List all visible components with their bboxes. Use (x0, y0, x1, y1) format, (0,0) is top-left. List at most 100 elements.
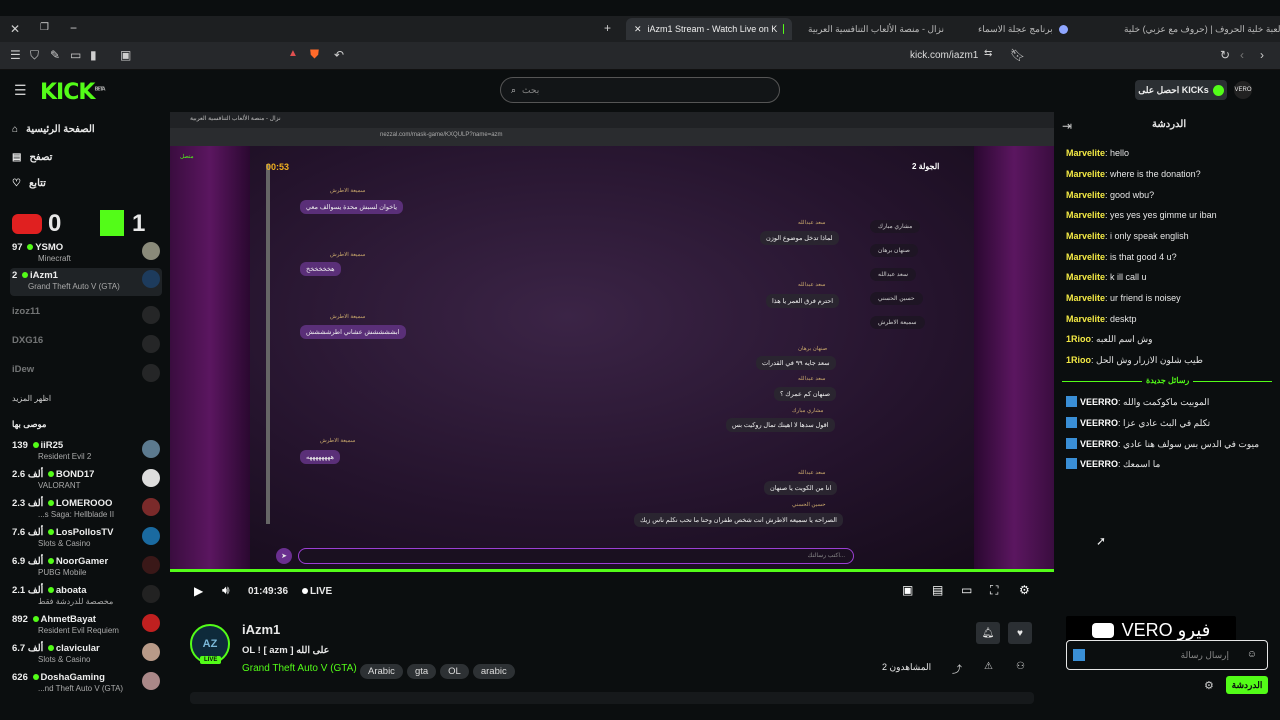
sidebar-channel-ysmo[interactable]: 97 YSMO Minecraft (10, 240, 162, 266)
play-icon[interactable]: ▶ (194, 584, 203, 598)
video-player[interactable]: نزال - منصة الألعاب التنافسية العربية ne… (170, 112, 1054, 572)
game-chat-bubble: اقول سدها لا اهينك تمال روكيت بس (726, 418, 835, 432)
verified-badge-icon (1066, 417, 1077, 428)
back-icon[interactable]: › (1260, 48, 1264, 62)
stream-category[interactable]: Grand Theft Auto V (GTA) (242, 663, 357, 674)
forward-icon[interactable]: ‹ (1240, 48, 1244, 62)
sidebar-rec-channel[interactable]: 139 iiR25 Resident Evil 2 (10, 438, 162, 464)
sidebar-rec-channel[interactable]: 2.1 ألف aboata مخصصة للدردشة فقط (10, 583, 162, 609)
youtube-logo-icon (1091, 622, 1114, 638)
channel-name[interactable]: iAzm1 (242, 622, 280, 637)
user-avatar[interactable]: VERO (1234, 81, 1252, 99)
game-message-input[interactable]: اكتب رسالتك... (298, 548, 854, 564)
bookmark-icon[interactable]: 🔖︎ (1010, 48, 1025, 62)
sidebar-rec-channel[interactable]: 892 AhmetBayat Resident Evil Requiem (10, 612, 162, 638)
follow-heart-icon[interactable]: ♥ (1008, 622, 1032, 644)
stream-browser-toolbar: nezzal.com/mask-game/KXQULP?name=azm (170, 128, 1054, 146)
curtain-right (974, 146, 1054, 572)
nav-following[interactable]: ♡ تتابع (12, 178, 162, 189)
chat-message: 1Rioo: طيب شلون الازرار وش الحل (1066, 355, 1203, 365)
home-icon: ⌂ (12, 124, 19, 135)
game-chat-bubble: احترم فرق العمر يا هذا (766, 294, 840, 308)
chat-settings-gear-icon[interactable]: ⚙ (1204, 679, 1214, 692)
send-icon[interactable]: ➤ (276, 548, 292, 564)
chat-message: Marvelite: yes yes yes gimme ur iban (1066, 210, 1217, 220)
tag[interactable]: gta (406, 664, 437, 679)
site-settings-icon[interactable]: ⇆ (984, 48, 992, 59)
restore-window-icon[interactable]: ❐ (40, 22, 49, 33)
notify-bell-icon[interactable]: 🔔︎ (976, 622, 1000, 644)
game-chat-bubble: صنهان كم عمرك ؟ (774, 387, 837, 401)
badge-selector-icon[interactable] (1073, 649, 1085, 661)
sidebar-channel-offline[interactable]: izoz11 (10, 304, 162, 330)
collapse-chat-icon[interactable]: ⇥ (1062, 119, 1072, 133)
sidebar-rec-channel[interactable]: 6.7 ألف clavicular Slots & Casino (10, 641, 162, 667)
chat-send-button[interactable]: الدردشة (1226, 676, 1268, 694)
get-kicks-button[interactable]: احصل على KICKs (1135, 80, 1227, 100)
chat-scrollbar[interactable] (266, 164, 270, 524)
tab-letters-game[interactable]: لعبة خلية الحروف | (حروف مع عزبي) خلية (1116, 18, 1280, 40)
sidebar-rec-channel[interactable]: 2.6 ألف BOND17 VALORANT (10, 467, 162, 493)
game-chat-bubble: هخخخخخخ (300, 262, 341, 276)
new-tab-icon[interactable]: + (604, 21, 611, 35)
sidebar-toggle-icon[interactable]: ▮ (90, 48, 97, 62)
chat-message: Marvelite: good wbu? (1066, 190, 1155, 200)
avatar (142, 527, 160, 545)
tag[interactable]: Arabic (360, 664, 403, 679)
hamburger-menu-icon[interactable]: ☰ (14, 82, 27, 99)
address-bar[interactable]: kick.com/iazm1 (910, 50, 978, 61)
tab-name-wheel[interactable]: برنامج عجلة الاسماء (970, 18, 1110, 40)
fullscreen-icon[interactable]: ⛶ (990, 583, 998, 598)
sidebar-rec-channel[interactable]: 2.3 ألف LOMEROOO ...s Saga: Hellblade II (10, 496, 162, 522)
miniplayer-icon[interactable]: ▭ (961, 583, 972, 597)
wheel-favicon-icon (1058, 24, 1068, 34)
volume-icon[interactable]: 🔊︎ (222, 583, 230, 598)
sidebar-channel-offline[interactable]: DXG16 (10, 333, 162, 359)
sidebar-rec-channel[interactable]: 7.6 ألف LosPollosTV Slots & Casino (10, 525, 162, 551)
avatar (142, 672, 160, 690)
browser-toolbar: ☰ ⛉ ✎ ▭ ▮ ▣ ▲ ⛊ ↶ kick.com/iazm1 ⇆ 🔖︎ ↻ … (0, 42, 1280, 70)
chat-message: VEERRO: ميوت في الدس بس سولف هنا عادي (1066, 438, 1259, 450)
tab-close-icon[interactable]: ✕ (634, 24, 642, 35)
sidebar-channel-iazm1[interactable]: 2 iAzm1 Grand Theft Auto V (GTA) (10, 268, 162, 296)
menu-icon[interactable]: ☰ (10, 48, 21, 62)
user-options-icon[interactable]: ⚇ (1016, 661, 1025, 672)
kick-logo[interactable]: KICKBETA (40, 80, 106, 105)
nav-browse[interactable]: ▤ تصفح (12, 152, 162, 163)
extensions-icon[interactable]: ✎ (50, 48, 60, 62)
browse-icon: ▤ (12, 152, 22, 163)
share-icon[interactable]: ↶ (334, 48, 344, 62)
search-input[interactable]: بحث ⌕ (500, 77, 780, 103)
sidebar-rec-channel[interactable]: 626 DoshaGaming ...nd Theft Auto V (GTA) (10, 670, 162, 696)
wallet-icon[interactable]: ▭ (70, 48, 81, 62)
nav-home[interactable]: ⌂ الصفحة الرئيسية (12, 124, 162, 135)
chat-message: Marvelite: i only speak english (1066, 231, 1189, 241)
share-icon[interactable]: ⤴ (952, 661, 962, 676)
theater-icon[interactable]: ▤ (932, 583, 943, 597)
report-icon[interactable]: ⚠ (984, 661, 993, 672)
tab-kick[interactable]: ✕ iAzm1 Stream - Watch Live on K (626, 18, 792, 40)
show-more-link[interactable]: اظهر المزيد (12, 394, 51, 403)
alert-triangle-icon[interactable]: ▲ (288, 48, 298, 59)
emoji-icon[interactable]: ☺ (1247, 649, 1257, 660)
tag[interactable]: arabic (472, 664, 515, 679)
chat-input[interactable]: إرسال رسالة ☺ (1066, 640, 1268, 670)
chat-message: Marvelite: ur friend is noisey (1066, 293, 1181, 303)
minimize-window-icon[interactable]: − (70, 21, 77, 35)
tag[interactable]: OL (440, 664, 469, 679)
game-chat-bubble: انا من الكويت يا صنهان (764, 481, 838, 495)
sidebar-channel-offline[interactable]: iDew (10, 362, 162, 388)
brave-shield-icon[interactable]: ⛊ (310, 47, 319, 62)
pip-icon[interactable]: ▣ (902, 583, 913, 597)
settings-gear-icon[interactable]: ⚙ (1019, 583, 1030, 597)
chat-message: VEERRO: الموبيت ماكوكمت والله (1066, 396, 1209, 408)
screenshot-icon[interactable]: ▣ (120, 48, 131, 62)
reload-icon[interactable]: ↻ (1220, 48, 1230, 62)
tab-nezzal[interactable]: نزال - منصة الألعاب التنافسية العربية (800, 18, 960, 40)
avatar (142, 440, 160, 458)
shield-icon[interactable]: ⛉ (30, 48, 39, 63)
sidebar-rec-channel[interactable]: 6.9 ألف NoorGamer PUBG Mobile (10, 554, 162, 580)
avatar (142, 469, 160, 487)
avatar (142, 306, 160, 324)
close-window-icon[interactable]: ✕ (10, 22, 20, 36)
